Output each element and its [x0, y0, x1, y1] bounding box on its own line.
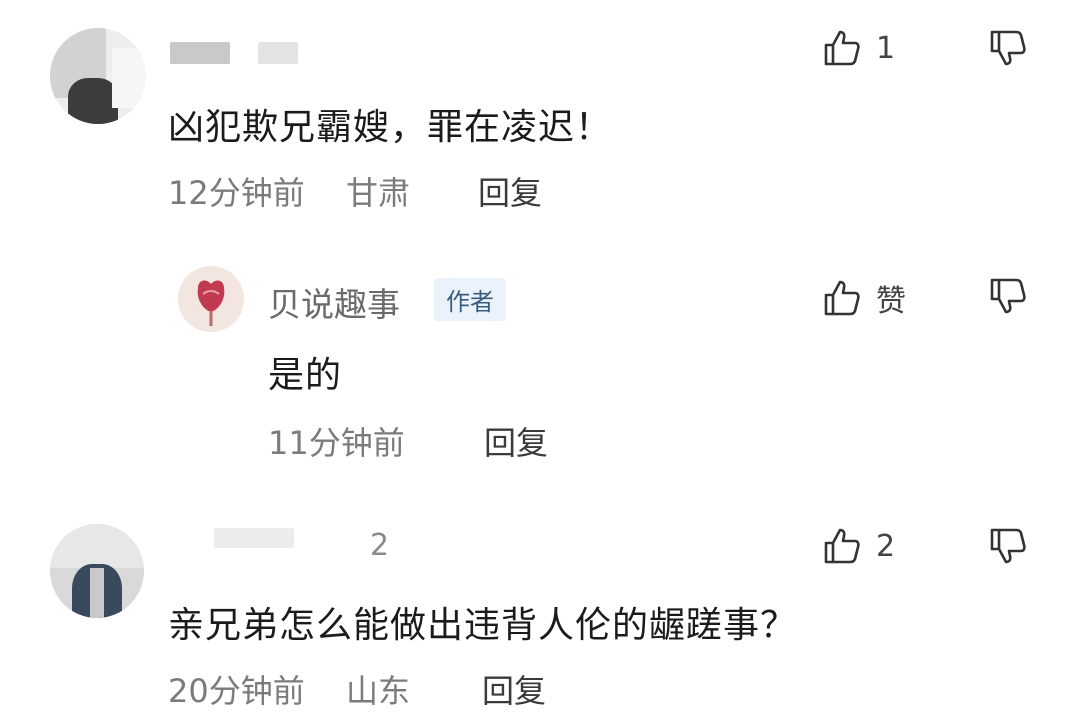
like-count: 2 — [876, 528, 896, 564]
reply-button[interactable]: 回复 — [482, 666, 546, 712]
comment-2-reply: 贝说趣事 作者 赞 是的 11分钟前 回复 — [0, 230, 1080, 480]
thumbs-down-icon[interactable] — [988, 276, 1028, 316]
like-label: 赞 — [876, 284, 906, 319]
username-redacted[interactable] — [170, 42, 230, 64]
thumbs-up-icon — [824, 528, 860, 564]
like-count: 1 — [876, 30, 896, 66]
comment-location: 甘肃 — [346, 174, 411, 212]
avatar[interactable] — [50, 524, 144, 618]
username-redacted — [258, 42, 298, 64]
like-button[interactable]: 1 — [822, 28, 895, 68]
thumbs-up-icon — [824, 280, 860, 316]
reply-button[interactable]: 回复 — [484, 418, 548, 464]
username-fragment: 2 — [370, 528, 390, 563]
comment-location: 山东 — [346, 672, 411, 710]
comment-1: 1 凶犯欺兄霸嫂，罪在凌迟！ 12分钟前 甘肃 回复 — [0, 0, 1080, 230]
author-avatar[interactable] — [178, 266, 244, 332]
username-redacted[interactable] — [214, 528, 294, 548]
comment-text: 凶犯欺兄霸嫂，罪在凌迟！ — [168, 107, 613, 148]
rose-icon — [197, 280, 225, 326]
reply-button[interactable]: 回复 — [478, 168, 542, 214]
thumbs-down-icon[interactable] — [988, 526, 1028, 566]
like-button[interactable]: 2 — [822, 526, 895, 566]
comment-text: 亲兄弟怎么能做出违背人伦的龌蹉事？ — [168, 605, 798, 646]
avatar[interactable] — [50, 28, 146, 124]
comment-3: 2 2 亲兄弟怎么能做出违背人伦的龌蹉事？ 20分钟前 山东 回复 — [0, 480, 1080, 710]
thumbs-up-icon — [824, 30, 860, 66]
thumbs-down-icon[interactable] — [988, 28, 1028, 68]
comment-text: 是的 — [268, 355, 343, 396]
comment-time: 11分钟前 — [268, 424, 405, 462]
comment-time: 20分钟前 — [168, 672, 305, 710]
author-badge: 作者 — [434, 278, 506, 321]
like-button[interactable]: 赞 — [822, 276, 906, 320]
author-name[interactable]: 贝说趣事 — [268, 278, 400, 326]
comment-time: 12分钟前 — [168, 174, 305, 212]
